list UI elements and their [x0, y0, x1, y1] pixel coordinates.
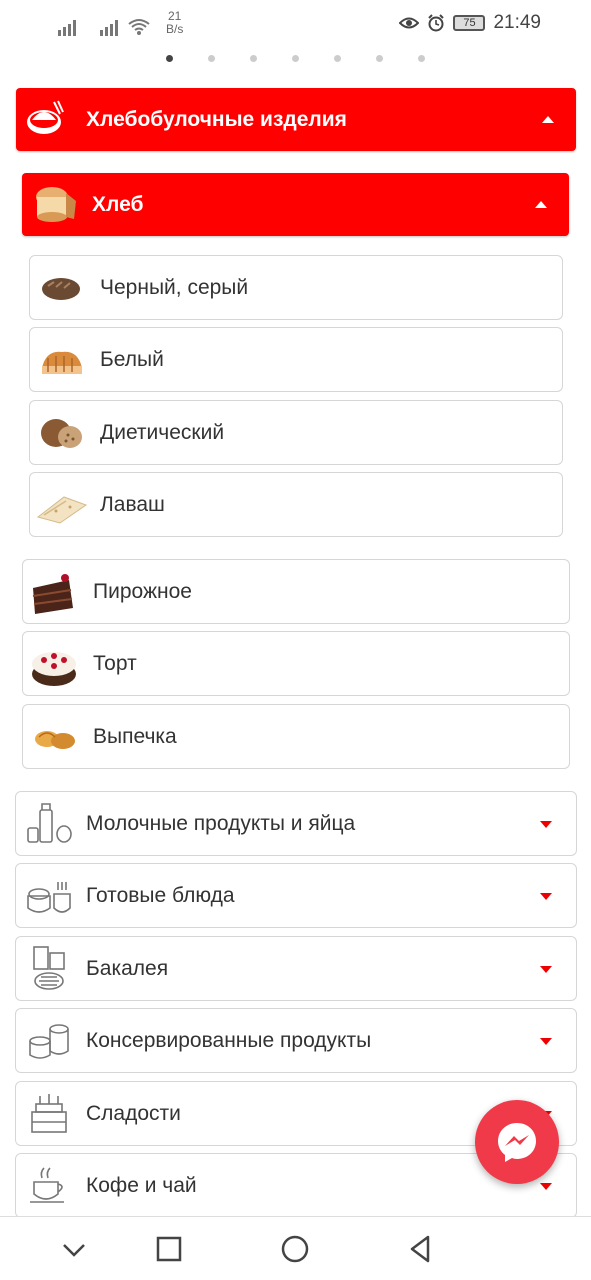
- baked-goods-icon: [35, 731, 75, 749]
- messenger-button[interactable]: [475, 1100, 559, 1184]
- category-canned[interactable]: Консервированные продукты: [15, 1008, 577, 1073]
- page-dot: [376, 55, 383, 62]
- category-header-label: Хлебобулочные изделия: [86, 107, 347, 131]
- bread-loaf-icon: [36, 187, 76, 222]
- subcategory-header-bread[interactable]: Хлеб: [22, 173, 569, 236]
- list-item-bread-white[interactable]: Белый: [29, 327, 563, 392]
- canned-icon: [29, 1024, 69, 1059]
- category-label: Молочные продукты и яйца: [86, 811, 356, 835]
- list-item-label: Торт: [93, 651, 137, 675]
- chevron-down-icon: [540, 1037, 552, 1045]
- list-item-bread-diet[interactable]: Диетический: [29, 400, 563, 465]
- diet-bread-icon: [41, 419, 82, 448]
- grocery-icon: [33, 946, 65, 990]
- alarm-icon: [428, 14, 445, 32]
- network-speed: 21 B/s: [166, 9, 184, 36]
- chevron-down-icon: [540, 820, 552, 828]
- chevron-down-icon: [540, 892, 552, 900]
- page-dot: [292, 55, 299, 62]
- list-item-label: Лаваш: [100, 492, 165, 516]
- signal-icon: [100, 18, 118, 36]
- list-item-bread-dark[interactable]: Черный, серый: [29, 255, 563, 320]
- category-ready-meals[interactable]: Готовые блюда: [15, 863, 577, 928]
- list-item-pastry[interactable]: Пирожное: [22, 559, 570, 624]
- wifi-icon: [128, 19, 150, 35]
- status-bar: 21 B/s 75 21:49: [0, 0, 591, 46]
- dark-bread-icon: [42, 278, 80, 300]
- lavash-icon: [36, 496, 88, 524]
- list-item-baked-goods[interactable]: Выпечка: [22, 704, 570, 769]
- pastry-icon: [32, 574, 73, 614]
- messenger-icon: [498, 1123, 536, 1162]
- bread-basket-icon: [27, 100, 64, 134]
- category-header-bakery[interactable]: Хлебобулочные изделия: [16, 88, 576, 151]
- coffee-icon: [30, 1167, 64, 1203]
- page-dot: [166, 55, 173, 62]
- chevron-down-icon: [540, 1182, 552, 1190]
- dairy-icon: [27, 803, 72, 843]
- page-dot: [250, 55, 257, 62]
- category-label: Сладости: [86, 1101, 181, 1125]
- list-item-bread-lavash[interactable]: Лаваш: [29, 472, 563, 537]
- category-label: Кофе и чай: [86, 1173, 197, 1197]
- cake-icon: [32, 652, 76, 686]
- list-item-label: Пирожное: [93, 579, 192, 603]
- battery-icon: 75: [453, 15, 486, 31]
- page-dot: [208, 55, 215, 62]
- list-item-label: Диетический: [100, 420, 225, 444]
- back-button[interactable]: [404, 1233, 436, 1265]
- signal-icon: [58, 18, 76, 36]
- category-label: Консервированные продукты: [86, 1028, 372, 1052]
- chevron-up-icon: [535, 200, 547, 208]
- sweets-icon: [31, 1094, 67, 1133]
- recents-button[interactable]: [153, 1233, 185, 1265]
- white-bread-icon: [42, 351, 82, 374]
- system-nav-bar: [0, 1216, 591, 1280]
- list-item-cake[interactable]: Торт: [22, 631, 570, 696]
- chevron-down-icon[interactable]: [58, 1233, 90, 1265]
- category-label: Бакалея: [86, 956, 169, 980]
- list-item-label: Выпечка: [93, 724, 177, 748]
- list-item-label: Черный, серый: [100, 275, 249, 299]
- ready-meals-icon: [27, 882, 71, 913]
- chevron-down-icon: [540, 965, 552, 973]
- eye-icon: [399, 17, 420, 29]
- chevron-up-icon: [542, 115, 554, 123]
- category-dairy[interactable]: Молочные продукты и яйца: [15, 791, 577, 856]
- page-dot: [418, 55, 425, 62]
- category-grocery[interactable]: Бакалея: [15, 936, 577, 1001]
- category-label: Готовые блюда: [86, 883, 235, 907]
- page-dot: [334, 55, 341, 62]
- home-button[interactable]: [279, 1233, 311, 1265]
- page-indicator: [0, 55, 591, 62]
- clock: 21:49: [493, 12, 541, 33]
- list-item-label: Белый: [100, 347, 164, 371]
- subcategory-header-label: Хлеб: [92, 192, 144, 216]
